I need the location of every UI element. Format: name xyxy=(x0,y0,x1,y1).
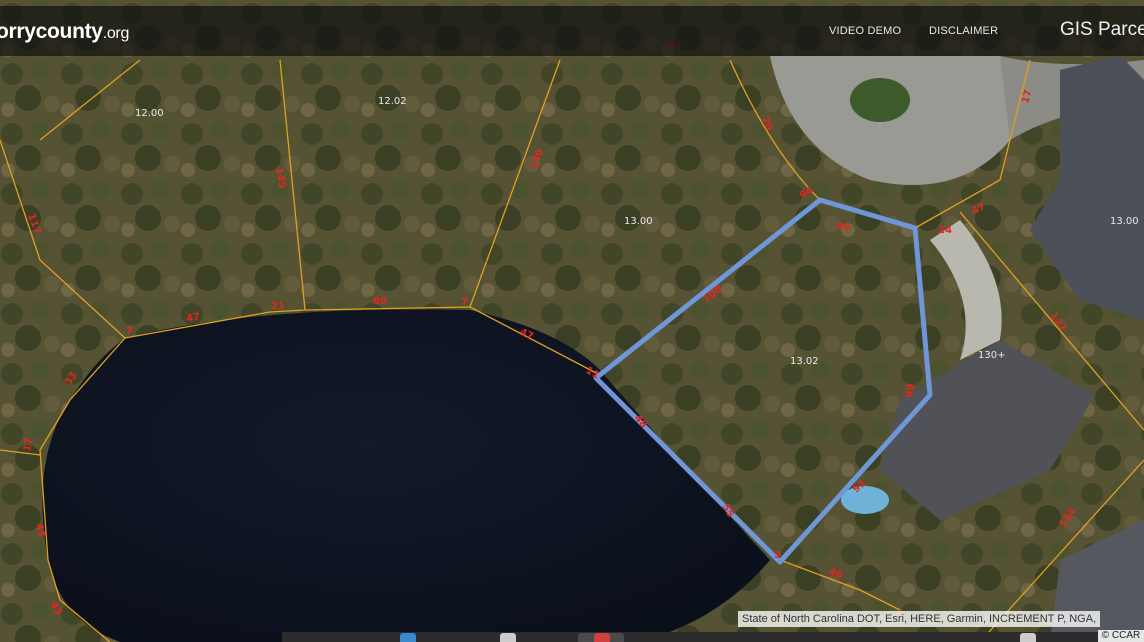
top-navigation-bar: orrycounty.org VIDEO DEMO DISCLAIMER GIS… xyxy=(0,6,1144,56)
lot-dimension-label: 80 xyxy=(373,296,387,307)
lot-dimension-label: 3 xyxy=(774,550,781,561)
lot-dimension-label: 7 xyxy=(126,326,133,337)
center-island xyxy=(850,78,910,122)
video-demo-link[interactable]: VIDEO DEMO xyxy=(829,25,901,37)
parcel-id: 13.00 xyxy=(1110,216,1139,227)
lot-dimension-label: 21 xyxy=(271,301,285,312)
parcel-id: 130+ xyxy=(978,350,1005,361)
brand-name: orrycounty xyxy=(0,20,103,43)
map-toolbar xyxy=(282,632,1098,642)
app-title: GIS Parcel xyxy=(1060,19,1144,40)
toolbar-marker-icon[interactable] xyxy=(594,633,610,642)
parcel-id: 12.02 xyxy=(378,96,407,107)
parcel-id: 13.00 xyxy=(624,216,653,227)
parcel-id: 12.00 xyxy=(135,108,164,119)
site-logo[interactable]: orrycounty.org xyxy=(0,20,129,44)
toolbar-measure-icon[interactable] xyxy=(500,633,516,642)
lot-dimension-label: 24 xyxy=(938,225,952,236)
pool xyxy=(841,486,889,514)
copyright-badge: © CCAR xyxy=(1098,630,1144,642)
toolbar-globe-icon[interactable] xyxy=(400,633,416,642)
toolbar-settings-icon[interactable] xyxy=(1020,633,1036,642)
aerial-map[interactable]: 12.00 12.02 13.00 13.02 130+ 13.00 20 17… xyxy=(0,0,1144,642)
disclaimer-link[interactable]: DISCLAIMER xyxy=(929,25,998,37)
lot-dimension-label: 7 xyxy=(461,297,468,308)
parcel-id: 13.02 xyxy=(790,356,819,367)
map-attribution: State of North Carolina DOT, Esri, HERE,… xyxy=(738,611,1101,627)
brand-tld: .org xyxy=(102,25,130,42)
